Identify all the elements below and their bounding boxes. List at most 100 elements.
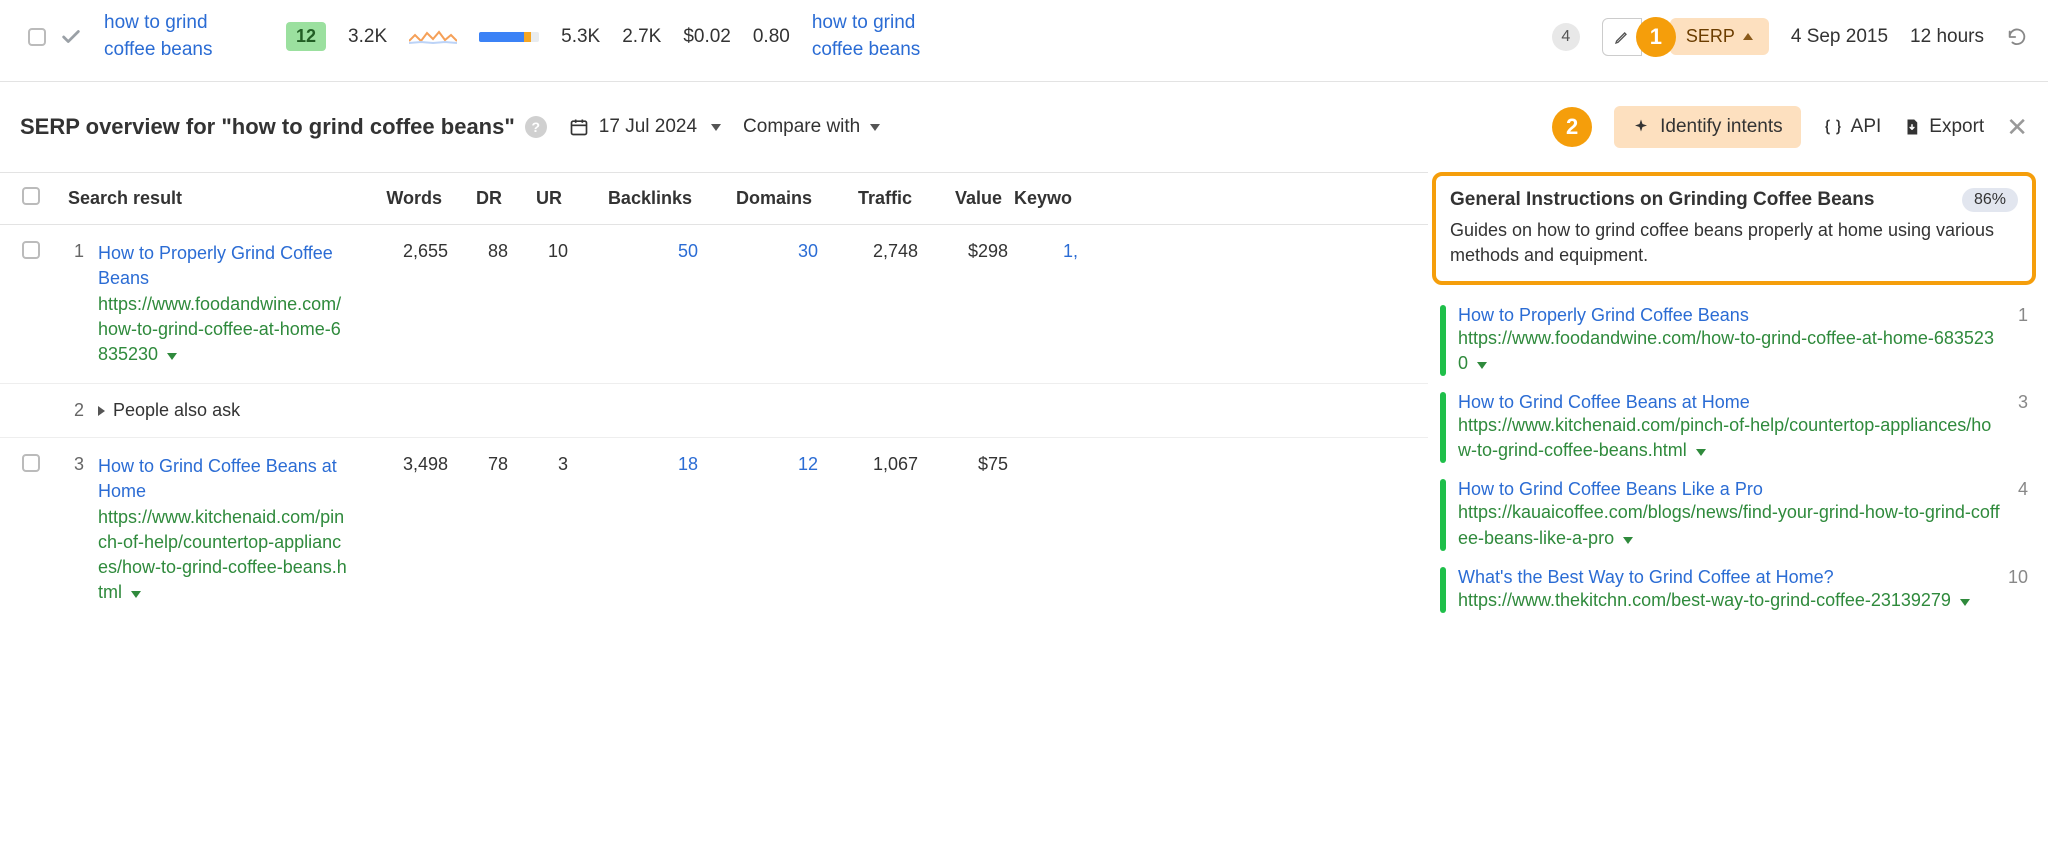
col-ur[interactable]: UR <box>502 188 562 209</box>
intent-description: Guides on how to grind coffee beans prop… <box>1450 218 2018 268</box>
col-keywords[interactable]: Keywo <box>1002 188 1072 209</box>
serp-dropdown-button[interactable]: SERP <box>1670 18 1769 55</box>
close-icon[interactable]: ✕ <box>2006 112 2028 143</box>
overview-title: SERP overview for "how to grind coffee b… <box>20 114 547 140</box>
col-domains[interactable]: Domains <box>692 188 812 209</box>
row-checkbox[interactable] <box>28 28 46 46</box>
date-value: 17 Jul 2024 <box>599 116 697 138</box>
cell-domains[interactable]: 30 <box>698 241 818 262</box>
people-also-ask[interactable]: People also ask <box>98 400 358 421</box>
table-row: 1 How to Properly Grind Coffee Beans htt… <box>0 225 1428 384</box>
result-rank: 10 <box>2004 567 2032 613</box>
intent-result-item: How to Properly Grind Coffee Beans https… <box>1432 297 2036 384</box>
chevron-down-icon[interactable] <box>1623 537 1633 544</box>
intent-bar <box>1440 479 1446 550</box>
cell-dr: 78 <box>448 454 508 475</box>
intent-result-item: How to Grind Coffee Beans Like a Pro htt… <box>1432 471 2036 558</box>
cell-traffic: 1,067 <box>818 454 918 475</box>
traffic-potential-value: 2.7K <box>622 26 661 48</box>
api-button[interactable]: API <box>1823 116 1882 138</box>
cpc-value: $0.02 <box>683 26 731 48</box>
caret-up-icon <box>1743 33 1753 40</box>
updated-date: 4 Sep 2015 <box>1791 26 1888 48</box>
braces-icon <box>1823 117 1843 137</box>
cell-value: $75 <box>918 454 1008 475</box>
cell-ur: 10 <box>508 241 568 262</box>
chevron-down-icon[interactable] <box>1960 599 1970 606</box>
chevron-down-icon[interactable] <box>1696 449 1706 456</box>
intent-result-item: How to Grind Coffee Beans at Home https:… <box>1432 384 2036 471</box>
keyword-row: how to grind coffee beans 12 3.2K 5.3K 2… <box>0 0 2048 82</box>
result-title[interactable]: How to Properly Grind Coffee Beans <box>1458 305 2002 326</box>
identify-intents-label: Identify intents <box>1660 116 1783 138</box>
result-url[interactable]: https://kauaicoffee.com/blogs/news/find-… <box>1458 500 2002 550</box>
serp-features-count[interactable]: 4 <box>1552 23 1580 51</box>
intents-panel: General Instructions on Grinding Coffee … <box>1428 172 2048 621</box>
result-url[interactable]: https://www.kitchenaid.com/pinch-of-help… <box>1458 413 2002 463</box>
chevron-down-icon <box>711 124 721 131</box>
col-search-result[interactable]: Search result <box>62 188 352 209</box>
cell-domains[interactable]: 12 <box>698 454 818 475</box>
volume-value: 3.2K <box>348 26 387 48</box>
trend-sparkline <box>409 27 457 47</box>
annotation-2: 2 <box>1552 107 1592 147</box>
refresh-icon[interactable] <box>2006 26 2028 48</box>
serp-overview-header: SERP overview for "how to grind coffee b… <box>0 82 2048 172</box>
cell-keywords[interactable]: 1, <box>1008 241 1078 262</box>
row-checkbox[interactable] <box>22 241 40 259</box>
row-checkbox[interactable] <box>22 454 40 472</box>
caret-right-icon <box>98 406 105 416</box>
checkmark-icon <box>60 26 82 48</box>
chevron-down-icon[interactable] <box>167 353 177 360</box>
title-prefix: SERP overview for <box>20 114 221 139</box>
col-backlinks[interactable]: Backlinks <box>562 188 692 209</box>
intent-title: General Instructions on Grinding Coffee … <box>1450 189 1952 211</box>
result-url[interactable]: https://www.foodandwine.com/how-to-grind… <box>98 292 348 368</box>
identify-intents-button[interactable]: Identify intents <box>1614 106 1801 148</box>
col-words[interactable]: Words <box>352 188 442 209</box>
export-button[interactable]: Export <box>1903 116 1984 138</box>
result-title[interactable]: What's the Best Way to Grind Coffee at H… <box>1458 567 1992 588</box>
intent-result-item: What's the Best Way to Grind Coffee at H… <box>1432 559 2036 621</box>
cell-traffic: 2,748 <box>818 241 918 262</box>
col-value[interactable]: Value <box>912 188 1002 209</box>
title-keyword: "how to grind coffee beans" <box>221 114 514 139</box>
pencil-icon <box>1614 29 1630 45</box>
result-title[interactable]: How to Properly Grind Coffee Beans <box>98 241 348 291</box>
intent-bar <box>1440 567 1446 613</box>
rank: 3 <box>62 454 84 475</box>
cell-words: 3,498 <box>358 454 448 475</box>
cell-words: 2,655 <box>358 241 448 262</box>
cell-value: $298 <box>918 241 1008 262</box>
col-dr[interactable]: DR <box>442 188 502 209</box>
result-title[interactable]: How to Grind Coffee Beans at Home <box>98 454 348 504</box>
chevron-down-icon[interactable] <box>1477 362 1487 369</box>
intent-bar <box>1440 392 1446 463</box>
result-rank: 4 <box>2014 479 2032 550</box>
keyword-link[interactable]: how to grind coffee beans <box>104 10 264 63</box>
compare-label: Compare with <box>743 116 860 138</box>
date-picker[interactable]: 17 Jul 2024 <box>569 116 721 138</box>
help-icon[interactable]: ? <box>525 116 547 138</box>
chevron-down-icon[interactable] <box>131 591 141 598</box>
download-file-icon <box>1903 117 1921 137</box>
cell-backlinks[interactable]: 18 <box>568 454 698 475</box>
select-all-checkbox[interactable] <box>22 187 40 205</box>
intent-percentage-badge: 86% <box>1962 188 2018 212</box>
result-title[interactable]: How to Grind Coffee Beans Like a Pro <box>1458 479 2002 500</box>
result-url[interactable]: https://www.foodandwine.com/how-to-grind… <box>1458 326 2002 376</box>
result-title[interactable]: How to Grind Coffee Beans at Home <box>1458 392 2002 413</box>
annotation-1: 1 <box>1636 17 1676 57</box>
api-label: API <box>1851 116 1882 138</box>
global-volume-value: 5.3K <box>561 26 600 48</box>
col-traffic[interactable]: Traffic <box>812 188 912 209</box>
parent-topic-link[interactable]: how to grind coffee beans <box>812 10 972 63</box>
chevron-down-icon <box>870 124 880 131</box>
calendar-icon <box>569 117 589 137</box>
compare-dropdown[interactable]: Compare with <box>743 116 880 138</box>
intent-bar <box>1440 305 1446 376</box>
result-url[interactable]: https://www.kitchenaid.com/pinch-of-help… <box>98 505 348 606</box>
kd-badge: 12 <box>286 22 326 51</box>
result-url[interactable]: https://www.thekitchn.com/best-way-to-gr… <box>1458 588 1992 613</box>
cell-backlinks[interactable]: 50 <box>568 241 698 262</box>
